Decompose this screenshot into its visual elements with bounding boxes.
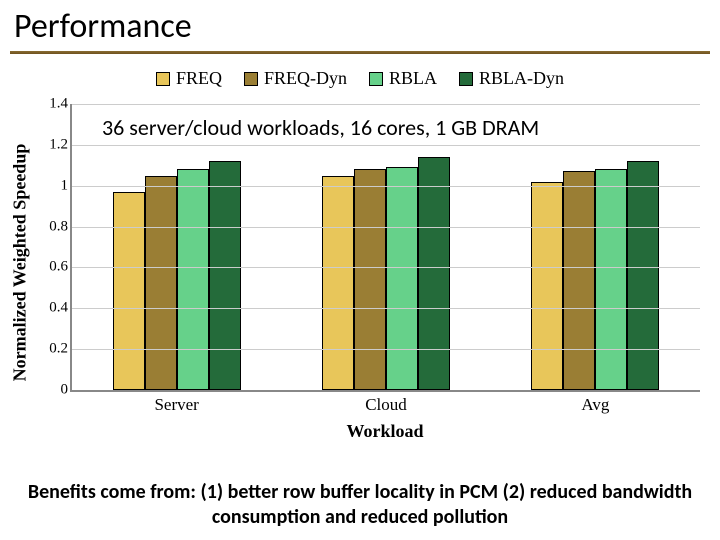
y-tick: 0.6 xyxy=(49,259,68,276)
legend-item: FREQ-Dyn xyxy=(244,68,347,89)
bar xyxy=(595,169,627,390)
y-tick: 0.4 xyxy=(49,300,68,317)
bar xyxy=(322,176,354,391)
plot-area: 36 server/cloud workloads, 16 cores, 1 G… xyxy=(70,104,700,392)
category-label: Server xyxy=(72,390,281,415)
legend-swatch xyxy=(459,72,473,86)
legend-item: RBLA xyxy=(369,68,437,89)
gridline xyxy=(72,349,700,350)
bar xyxy=(354,169,386,390)
gridline xyxy=(72,227,700,228)
bar xyxy=(145,176,177,391)
y-axis-label: Normalized Weighted Speedup xyxy=(6,112,34,412)
y-tick: 1.2 xyxy=(49,136,68,153)
legend-item: FREQ xyxy=(156,68,222,89)
chart: FREQFREQ-DynRBLARBLA-Dyn Normalized Weig… xyxy=(10,62,710,442)
legend: FREQ FREQ-Dyn RBLA RBLA-Dyn xyxy=(10,68,710,89)
gridline xyxy=(72,186,700,187)
y-tick: 0 xyxy=(61,382,69,399)
bar xyxy=(627,161,659,390)
bar xyxy=(113,192,145,390)
legend-label: RBLA xyxy=(389,68,437,89)
bar xyxy=(531,182,563,390)
y-tick: 0.8 xyxy=(49,218,68,235)
gridline xyxy=(72,267,700,268)
x-axis-label: Workload xyxy=(70,421,700,442)
legend-label: FREQ xyxy=(176,68,222,89)
legend-swatch xyxy=(156,72,170,86)
legend-swatch xyxy=(369,72,383,86)
gridline xyxy=(72,145,700,146)
bar xyxy=(386,167,418,390)
bar xyxy=(209,161,241,390)
bar xyxy=(177,169,209,390)
title-rule xyxy=(10,51,710,54)
slide: Performance FREQ FREQ-Dyn RBLA RBLA-Dyn Nor… xyxy=(0,0,720,540)
page-title: Performance xyxy=(10,6,710,49)
y-tick: 1 xyxy=(61,177,69,194)
y-tick: 1.4 xyxy=(49,96,68,113)
bar-group: Server xyxy=(72,104,281,390)
bar xyxy=(418,157,450,390)
gridline xyxy=(72,308,700,309)
bar-groups: ServerCloudAvg xyxy=(72,104,700,390)
legend-item: RBLA-Dyn xyxy=(459,68,564,89)
y-tick: 0.2 xyxy=(49,341,68,358)
bar-group: Cloud xyxy=(281,104,490,390)
category-label: Cloud xyxy=(281,390,490,415)
caption: Benefits come from: (1) better row buffe… xyxy=(6,480,714,530)
bar xyxy=(563,171,595,390)
bar-group: Avg xyxy=(491,104,700,390)
legend-label: FREQ-Dyn xyxy=(264,68,347,89)
category-label: Avg xyxy=(491,390,700,415)
gridline xyxy=(72,104,700,105)
legend-label: RBLA-Dyn xyxy=(479,68,564,89)
legend-swatch xyxy=(244,72,258,86)
